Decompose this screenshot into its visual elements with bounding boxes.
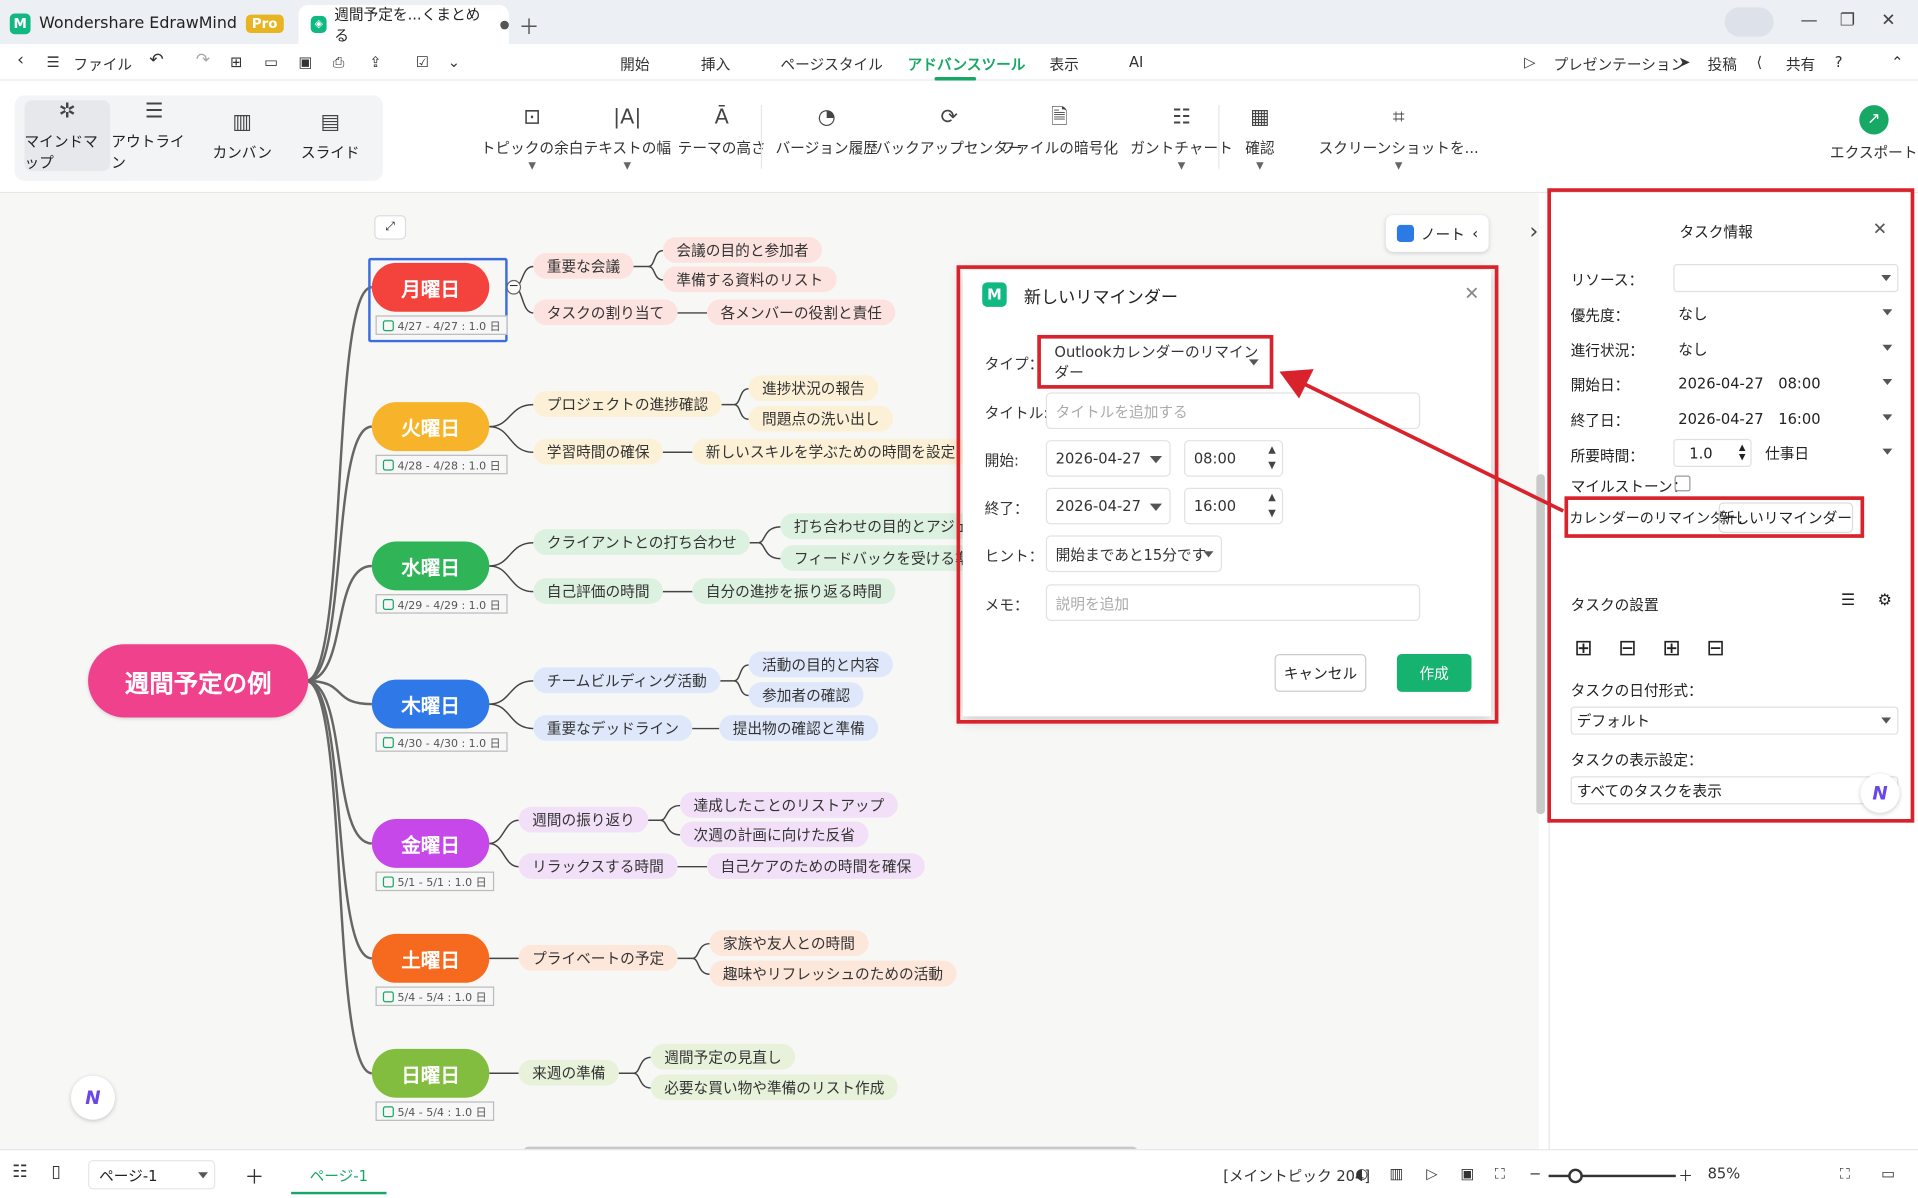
- zoom-out-icon[interactable]: −: [1529, 1165, 1541, 1182]
- fit-page-icon[interactable]: ▣: [1461, 1165, 1475, 1182]
- list-icon[interactable]: ☷: [12, 1163, 27, 1183]
- page-panel-icon[interactable]: ▯: [51, 1163, 60, 1183]
- annotation-arrow: [1279, 369, 1565, 513]
- zoom-slider-handle[interactable]: [1568, 1168, 1583, 1184]
- status-bar: ☷ ▯ ページ-1 ＋ ページ-1 [メイントピック 204] ◐ ▥ ▷ ▣ …: [0, 1149, 1918, 1198]
- add-page-icon[interactable]: ＋: [245, 1160, 265, 1189]
- zoom-level[interactable]: 85%: [1708, 1165, 1741, 1182]
- book-icon[interactable]: ▥: [1390, 1165, 1404, 1182]
- screen: M Wondershare EdrawMind Pro ◈ 週間予定を...くま…: [0, 0, 1918, 1198]
- page-select[interactable]: ページ-1: [88, 1160, 216, 1190]
- fullscreen-fit-icon[interactable]: ⛶: [1495, 1165, 1505, 1183]
- window-mode-icon[interactable]: ▭: [1881, 1165, 1895, 1182]
- theme-icon[interactable]: ◐: [1355, 1165, 1368, 1182]
- zoom-in-icon[interactable]: ＋: [1678, 1165, 1693, 1186]
- main-topic-count: [メイントピック 204]: [1223, 1167, 1371, 1185]
- fullscreen-icon[interactable]: ⛶: [1840, 1165, 1850, 1183]
- play-icon[interactable]: ▷: [1426, 1165, 1437, 1182]
- page-tab[interactable]: ページ-1: [291, 1158, 387, 1195]
